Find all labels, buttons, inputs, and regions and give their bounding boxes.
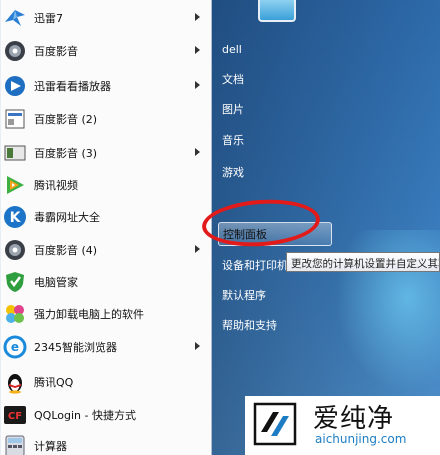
xunlei-bird-icon [2, 5, 28, 31]
program-label: 百度影音 (3) [34, 147, 98, 160]
program-label: 腾讯QQ [34, 376, 74, 389]
program-label: 迅雷7 [34, 12, 63, 25]
site-watermark: 爱纯净 aichunjing.com [245, 396, 440, 455]
user-picture[interactable] [258, 0, 296, 22]
svg-text:e: e [11, 340, 19, 354]
submenu-arrow-icon [195, 46, 200, 54]
program-label: 计算器 [34, 440, 67, 453]
submenu-arrow-icon [195, 13, 200, 21]
places-label: 帮助和支持 [222, 319, 277, 332]
program-item-tencent-qq[interactable]: 腾讯QQ [0, 366, 210, 398]
places-item-help-support[interactable]: 帮助和支持 [218, 313, 330, 337]
uninstall-icon [2, 301, 28, 327]
submenu-arrow-icon [195, 81, 200, 89]
places-label: 文档 [222, 73, 244, 86]
program-item-duba[interactable]: K 毒霸网址大全 [0, 201, 210, 233]
program-item-baidu-player-3[interactable]: 百度影音 (3) [0, 137, 210, 169]
places-label: 音乐 [222, 134, 244, 147]
places-item-documents[interactable]: 文档 [218, 67, 330, 91]
calculator-icon [2, 433, 28, 455]
places-label: dell [222, 42, 242, 56]
program-label: 百度影音 [34, 45, 78, 58]
qq-penguin-icon [2, 369, 28, 395]
program-item-pc-manager[interactable]: 电脑管家 [0, 266, 210, 298]
start-menu-programs-panel: 迅雷7 百度影音 迅雷看看播放器 百度影音 (2) 百度影音 (3) 腾讯视频 [0, 0, 212, 455]
program-label: 毒霸网址大全 [34, 211, 100, 224]
places-label: 图片 [222, 103, 244, 116]
qqlogin-icon: CF [2, 402, 28, 428]
program-label: 百度影音 (2) [34, 113, 98, 126]
submenu-arrow-icon [195, 245, 200, 253]
places-item-pictures[interactable]: 图片 [218, 97, 330, 121]
program-item-xunlei[interactable]: 迅雷7 [0, 2, 210, 34]
submenu-arrow-icon [195, 342, 200, 350]
places-label: 游戏 [222, 166, 244, 179]
places-item-user[interactable]: dell [218, 37, 330, 61]
program-item-baidu-player[interactable]: 百度影音 [0, 35, 210, 67]
program-label: 强力卸载电脑上的软件 [34, 308, 144, 321]
svg-text:CF: CF [8, 411, 22, 422]
program-item-baidu-player-2[interactable]: 百度影音 (2) [0, 103, 210, 135]
program-label: QQLogin - 快捷方式 [34, 409, 136, 422]
places-item-default-programs[interactable]: 默认程序 [218, 283, 330, 307]
xunlei-kankan-icon [2, 73, 28, 99]
baidu-player-doc-icon [2, 140, 28, 166]
svg-text:K: K [10, 210, 22, 226]
submenu-arrow-icon [195, 148, 200, 156]
program-item-xunlei-kankan[interactable]: 迅雷看看播放器 [0, 70, 210, 102]
program-label: 迅雷看看播放器 [34, 80, 111, 93]
program-item-uninstall[interactable]: 强力卸载电脑上的软件 [0, 298, 210, 330]
program-label: 2345智能浏览器 [34, 341, 117, 354]
pc-manager-shield-icon [2, 269, 28, 295]
duba-k-icon: K [2, 204, 28, 230]
places-item-games[interactable]: 游戏 [218, 160, 330, 184]
program-item-2345-browser[interactable]: e 2345智能浏览器 [0, 331, 210, 363]
program-item-calculator[interactable]: 计算器 [0, 430, 210, 455]
places-label: 设备和打印机 [222, 259, 288, 272]
program-label: 腾讯视频 [34, 179, 78, 192]
baidu-player-doc-icon [2, 106, 28, 132]
program-label: 百度影音 (4) [34, 244, 98, 257]
baidu-player-icon [2, 38, 28, 64]
program-item-qqlogin-shortcut[interactable]: CF QQLogin - 快捷方式 [0, 399, 210, 431]
places-label: 默认程序 [222, 289, 266, 302]
browser-2345-icon: e [2, 334, 28, 360]
program-label: 电脑管家 [34, 276, 78, 289]
places-item-music[interactable]: 音乐 [218, 128, 330, 152]
watermark-title: 爱纯净 [313, 404, 395, 434]
tencent-video-icon [2, 172, 28, 198]
watermark-url: aichunjing.com [315, 432, 407, 446]
program-item-baidu-player-4[interactable]: 百度影音 (4) [0, 234, 210, 266]
baidu-player-icon [2, 237, 28, 263]
control-panel-tooltip: 更改您的计算机设置并自定义其功能。 [286, 252, 440, 272]
program-item-tencent-video[interactable]: 腾讯视频 [0, 169, 210, 201]
watermark-logo-icon [253, 402, 297, 446]
